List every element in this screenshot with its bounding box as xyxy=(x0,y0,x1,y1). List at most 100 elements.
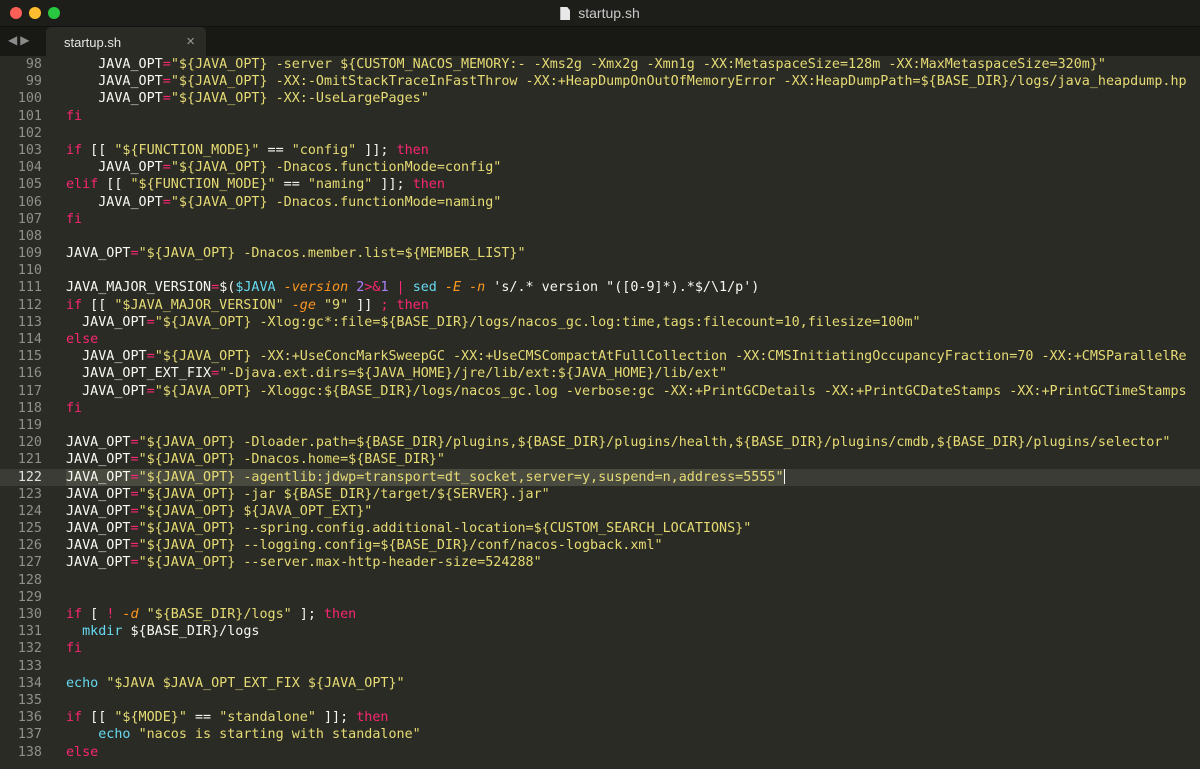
code-line[interactable]: 128 xyxy=(0,572,1200,589)
code-line[interactable]: 102 xyxy=(0,125,1200,142)
code-line[interactable]: 114 else xyxy=(0,331,1200,348)
close-icon[interactable]: × xyxy=(186,33,195,50)
code-token: fi xyxy=(66,641,83,657)
code-token: -ge xyxy=(283,297,316,313)
code-line[interactable]: 125 JAVA_OPT="${JAVA_OPT} --spring.config… xyxy=(0,520,1200,537)
code-text: JAVA_OPT="${JAVA_OPT} -agentlib:jdwp=tra… xyxy=(66,468,785,486)
code-token: JAVA_OPT xyxy=(66,503,131,519)
code-line[interactable]: 122 JAVA_OPT="${JAVA_OPT} -agentlib:jdwp=… xyxy=(0,468,1200,486)
code-line[interactable]: 135 xyxy=(0,692,1200,709)
code-line[interactable]: 100 JAVA_OPT="${JAVA_OPT} -XX:-UseLargeP… xyxy=(0,90,1200,107)
code-token: -version xyxy=(275,280,349,296)
code-text: JAVA_OPT="${JAVA_OPT} -jar ${BASE_DIR}/t… xyxy=(66,486,550,503)
code-line[interactable]: 107 fi xyxy=(0,211,1200,228)
code-token: JAVA_OPT xyxy=(66,486,131,502)
code-line[interactable]: 112 if [[ "$JAVA_MAJOR_VERSION" -ge "9" ]… xyxy=(0,297,1200,314)
code-line[interactable]: 138 else xyxy=(0,744,1200,761)
code-text: JAVA_OPT="${JAVA_OPT} -Dnacos.functionMo… xyxy=(66,159,501,176)
arrow-left-icon[interactable]: ◀ xyxy=(8,33,20,47)
code-line[interactable]: 108 xyxy=(0,228,1200,245)
code-token: ]]; xyxy=(372,177,413,193)
code-line[interactable]: 101 fi xyxy=(0,108,1200,125)
code-token: then xyxy=(324,607,357,622)
code-text: fi xyxy=(66,108,82,125)
code-line[interactable]: 111 JAVA_MAJOR_VERSION=$($JAVA -version 2… xyxy=(0,279,1200,296)
tab-startup-sh[interactable]: startup.sh × xyxy=(46,27,206,56)
code-line[interactable]: 126 JAVA_OPT="${JAVA_OPT} --logging.confi… xyxy=(0,537,1200,554)
code-text: JAVA_OPT="${JAVA_OPT} -Dnacos.home=${BAS… xyxy=(66,451,445,468)
code-line[interactable]: 110 xyxy=(0,262,1200,279)
code-text: echo "$JAVA $JAVA_OPT_EXT_FIX ${JAVA_OPT… xyxy=(66,675,405,692)
code-token: | xyxy=(388,280,413,296)
code-line[interactable]: 131 mkdir ${BASE_DIR}/logs xyxy=(0,623,1200,640)
code-line[interactable]: 127 JAVA_OPT="${JAVA_OPT} --server.max-ht… xyxy=(0,554,1200,571)
code-token: ]; xyxy=(291,607,324,622)
code-line[interactable]: 103 if [[ "${FUNCTION_MODE}" == "config" … xyxy=(0,142,1200,159)
arrow-right-icon[interactable]: ▶ xyxy=(20,33,32,47)
code-token: = xyxy=(130,469,139,485)
code-text: JAVA_OPT="${JAVA_OPT} -Xloggc:${BASE_DIR… xyxy=(66,383,1187,400)
code-token: then xyxy=(412,177,445,193)
code-editor[interactable]: 98 JAVA_OPT="${JAVA_OPT} -server ${CUSTO… xyxy=(0,56,1200,769)
tab-navigation: ◀▶ xyxy=(8,33,32,47)
code-token: "${JAVA_OPT} --server.max-http-header-si… xyxy=(138,555,542,571)
code-line[interactable]: 119 xyxy=(0,417,1200,434)
code-line[interactable]: 117 JAVA_OPT="${JAVA_OPT} -Xloggc:${BASE… xyxy=(0,383,1200,400)
code-token: = xyxy=(162,91,171,107)
code-line[interactable]: 133 xyxy=(0,658,1200,675)
code-line[interactable]: 129 xyxy=(0,589,1200,606)
code-line[interactable]: 98 JAVA_OPT="${JAVA_OPT} -server ${CUSTO… xyxy=(0,56,1200,73)
line-number: 132 xyxy=(17,641,42,657)
code-line[interactable]: 109 JAVA_OPT="${JAVA_OPT} -Dnacos.member.… xyxy=(0,245,1200,262)
code-line[interactable]: 115 JAVA_OPT="${JAVA_OPT} -XX:+UseConcMa… xyxy=(0,348,1200,365)
code-line[interactable]: 130 if [ ! -d "${BASE_DIR}/logs" ]; then xyxy=(0,606,1200,623)
code-token: "${JAVA_OPT} -Xlog:gc*:file=${BASE_DIR}/… xyxy=(154,314,921,330)
line-number: 128 xyxy=(17,572,42,588)
code-token: "${FUNCTION_MODE}" xyxy=(130,177,276,193)
code-token: $JAVA xyxy=(235,280,276,296)
code-token: "${BASE_DIR}/logs" xyxy=(146,607,292,622)
code-token: = xyxy=(130,435,139,451)
code-token: = xyxy=(162,57,171,72)
code-token: = xyxy=(146,383,155,399)
code-line[interactable]: 99 JAVA_OPT="${JAVA_OPT} -XX:-OmitStackT… xyxy=(0,73,1200,90)
line-number: 106 xyxy=(17,194,42,210)
code-line[interactable]: 123 JAVA_OPT="${JAVA_OPT} -jar ${BASE_DIR… xyxy=(0,486,1200,503)
code-line[interactable]: 120 JAVA_OPT="${JAVA_OPT} -Dloader.path=$… xyxy=(0,434,1200,451)
file-icon xyxy=(560,7,571,20)
code-text: else xyxy=(66,331,98,348)
code-line[interactable]: 118 fi xyxy=(0,400,1200,417)
line-number: 122 xyxy=(17,469,42,485)
line-number: 133 xyxy=(17,658,42,674)
code-line[interactable]: 134 echo "$JAVA $JAVA_OPT_EXT_FIX ${JAVA_… xyxy=(0,675,1200,692)
code-line[interactable]: 136 if [[ "${MODE}" == "standalone" ]]; t… xyxy=(0,709,1200,726)
code-token: == xyxy=(259,142,292,158)
code-line[interactable]: 104 JAVA_OPT="${JAVA_OPT} -Dnacos.functi… xyxy=(0,159,1200,176)
code-token: echo xyxy=(66,675,99,691)
code-line[interactable]: 132 fi xyxy=(0,640,1200,657)
code-line[interactable]: 121 JAVA_OPT="${JAVA_OPT} -Dnacos.home=${… xyxy=(0,451,1200,468)
code-token: ]]; xyxy=(315,710,357,726)
line-number: 100 xyxy=(17,91,42,107)
code-token: "-Djava.ext.dirs=${JAVA_HOME}/jre/lib/ex… xyxy=(219,366,728,382)
code-line[interactable]: 105 elif [[ "${FUNCTION_MODE}" == "naming… xyxy=(0,176,1200,193)
code-line[interactable]: 116 JAVA_OPT_EXT_FIX="-Djava.ext.dirs=${… xyxy=(0,365,1200,382)
code-line[interactable]: 137 echo "nacos is starting with standal… xyxy=(0,726,1200,743)
code-token: "${JAVA_OPT} -Dnacos.home=${BASE_DIR}" xyxy=(138,452,445,468)
code-token: == xyxy=(186,710,220,726)
code-text: JAVA_OPT="${JAVA_OPT} -XX:-OmitStackTrac… xyxy=(66,73,1186,90)
line-number: 107 xyxy=(17,211,42,227)
code-line[interactable]: 106 JAVA_OPT="${JAVA_OPT} -Dnacos.functi… xyxy=(0,194,1200,211)
code-text: JAVA_OPT="${JAVA_OPT} -server ${CUSTOM_N… xyxy=(66,56,1106,73)
code-token: -d xyxy=(114,607,139,622)
code-token: -E -n xyxy=(436,280,486,296)
code-token: = xyxy=(162,194,171,210)
code-line[interactable]: 113 JAVA_OPT="${JAVA_OPT} -Xlog:gc*:file… xyxy=(0,314,1200,331)
line-number: 113 xyxy=(17,314,42,330)
code-token: JAVA_OPT xyxy=(66,91,163,107)
code-line[interactable]: 124 JAVA_OPT="${JAVA_OPT} ${JAVA_OPT_EXT}… xyxy=(0,503,1200,520)
code-token: "${FUNCTION_MODE}" xyxy=(114,142,260,158)
